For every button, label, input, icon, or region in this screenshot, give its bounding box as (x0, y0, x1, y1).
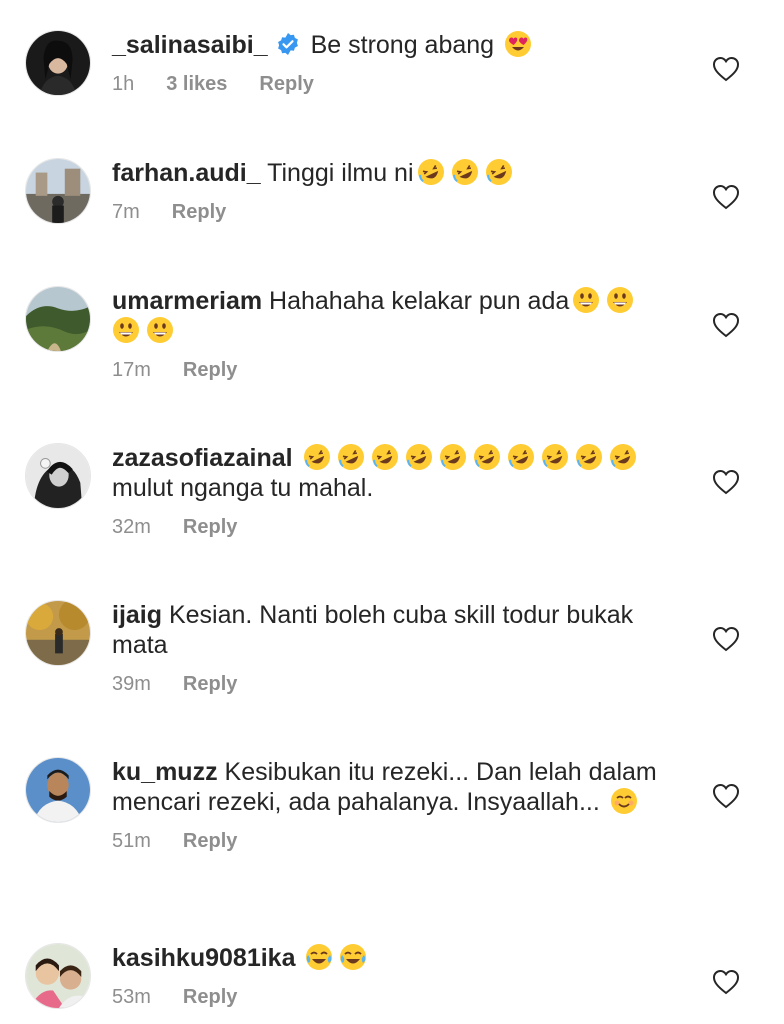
grin-emoji-icon (606, 286, 634, 314)
like-heart-icon[interactable] (712, 783, 740, 809)
avatar[interactable] (25, 286, 91, 352)
like-heart-icon[interactable] (712, 969, 740, 995)
reply-button[interactable]: Reply (183, 359, 237, 381)
rofl-emoji-icon (417, 158, 445, 186)
reply-button[interactable]: Reply (172, 201, 226, 223)
comment-text: farhan.audi_ Tinggi ilmu ni (112, 158, 672, 188)
reply-button[interactable]: Reply (183, 516, 237, 538)
comment-text: zazasofiazainal mulut nganga tu mahal. (112, 443, 672, 503)
reply-button[interactable]: Reply (183, 830, 237, 852)
grin-emoji-icon (146, 316, 174, 344)
likes-count-button[interactable]: 3 likes (166, 73, 227, 95)
comment-time: 17m (112, 359, 151, 381)
comment-username[interactable]: ijaig (112, 601, 162, 629)
grin-emoji-icon (112, 316, 140, 344)
like-heart-icon[interactable] (712, 184, 740, 210)
joy-emoji-icon (305, 943, 333, 971)
comment-time: 7m (112, 201, 140, 223)
grin-emoji-icon (572, 286, 600, 314)
comment-time: 51m (112, 830, 151, 852)
avatar[interactable] (25, 757, 91, 823)
like-heart-icon[interactable] (712, 469, 740, 495)
comment-username[interactable]: kasihku9081ika (112, 944, 295, 972)
heart-eyes-emoji-icon (504, 30, 532, 58)
rofl-emoji-icon (405, 443, 433, 471)
comment-username[interactable]: zazasofiazainal (112, 444, 293, 472)
rofl-emoji-icon (473, 443, 501, 471)
like-heart-icon[interactable] (712, 56, 740, 82)
comment-time: 39m (112, 673, 151, 695)
rofl-emoji-icon (371, 443, 399, 471)
comment-time: 53m (112, 986, 151, 1008)
verified-badge-icon (276, 32, 300, 56)
avatar[interactable] (25, 443, 91, 509)
emoji-row (300, 444, 640, 472)
rofl-emoji-icon (507, 443, 535, 471)
like-heart-icon[interactable] (712, 312, 740, 338)
comment-body: Be strong abang (310, 31, 495, 59)
reply-button[interactable]: Reply (183, 986, 237, 1008)
comment-meta: 7m Reply (112, 200, 672, 224)
comment-username[interactable]: ku_muzz (112, 758, 218, 786)
comment-username[interactable]: farhan.audi_ (112, 159, 261, 187)
like-heart-icon[interactable] (712, 626, 740, 652)
reply-button[interactable]: Reply (183, 673, 237, 695)
comment-body: Kesian. Nanti boleh cuba skill todur buk… (112, 601, 634, 659)
rofl-emoji-icon (451, 158, 479, 186)
rofl-emoji-icon (541, 443, 569, 471)
comment-meta: 51m Reply (112, 829, 672, 853)
avatar[interactable] (25, 30, 91, 96)
comment-body: mulut nganga tu mahal. (112, 474, 374, 502)
avatar[interactable] (25, 158, 91, 224)
comment-time: 1h (112, 73, 135, 95)
rofl-emoji-icon (485, 158, 513, 186)
comment-text: kasihku9081ika (112, 943, 672, 973)
comment-text: ijaig Kesian. Nanti boleh cuba skill tod… (112, 600, 672, 660)
comment-meta: 1h 3 likes Reply (112, 72, 672, 96)
rofl-emoji-icon (303, 443, 331, 471)
comment-meta: 17m Reply (112, 358, 672, 382)
comment-text: _salinasaibi_ Be strong abang (112, 30, 672, 60)
rofl-emoji-icon (337, 443, 365, 471)
comment-username[interactable]: _salinasaibi_ (112, 31, 268, 59)
comment-meta: 39m Reply (112, 672, 672, 696)
rofl-emoji-icon (439, 443, 467, 471)
comment-meta: 53m Reply (112, 985, 672, 1009)
smile-emoji-icon (610, 787, 638, 815)
comment-text: umarmeriam Hahahaha kelakar pun ada (112, 286, 672, 346)
avatar[interactable] (25, 600, 91, 666)
comment-meta: 32m Reply (112, 515, 672, 539)
comment-body: Hahahaha kelakar pun ada (269, 287, 570, 315)
avatar[interactable] (25, 943, 91, 1009)
comment-text: ku_muzz Kesibukan itu rezeki... Dan lela… (112, 757, 672, 817)
comment-body: Tinggi ilmu ni (267, 159, 414, 187)
rofl-emoji-icon (609, 443, 637, 471)
comment-time: 32m (112, 516, 151, 538)
comment-username[interactable]: umarmeriam (112, 287, 262, 315)
reply-button[interactable]: Reply (259, 73, 313, 95)
rofl-emoji-icon (575, 443, 603, 471)
joy-emoji-icon (339, 943, 367, 971)
